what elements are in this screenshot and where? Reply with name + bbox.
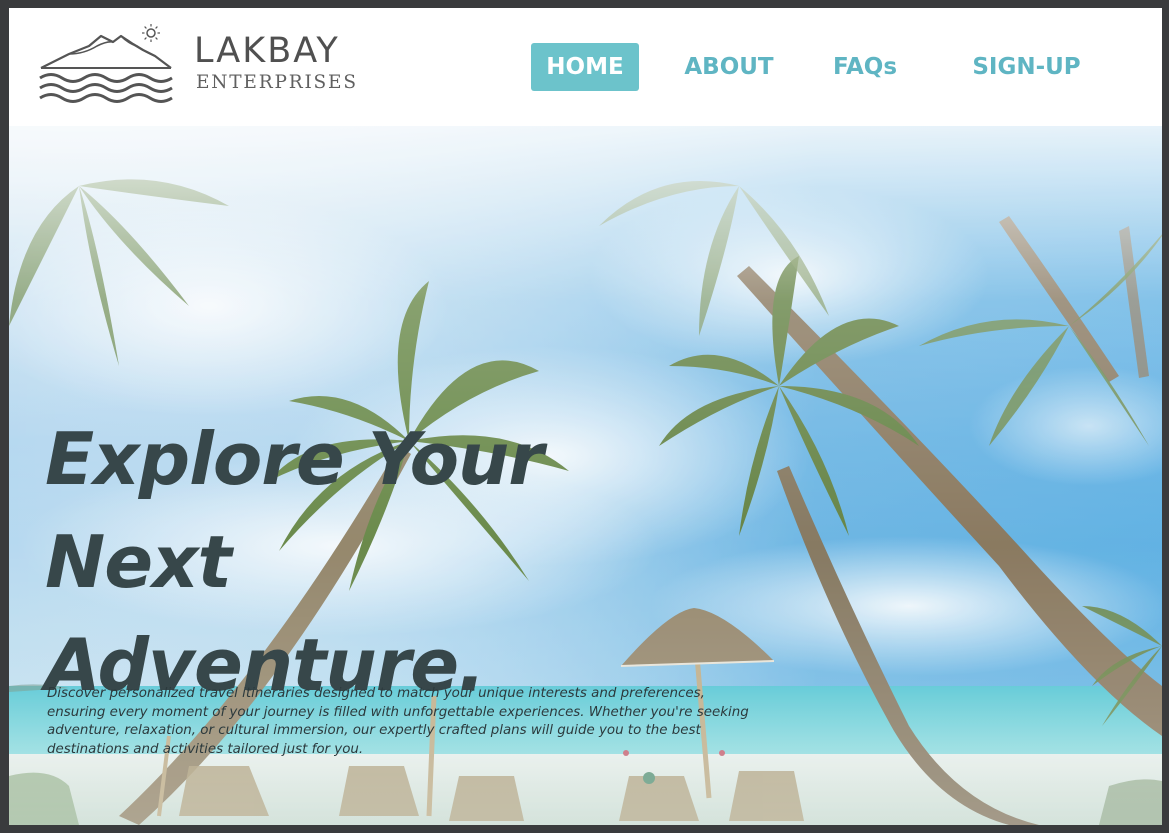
hero-heading-line: Explore Your: [45, 417, 544, 501]
nav-faqs-link[interactable]: FAQs: [824, 43, 906, 91]
site-header: LAKBAY ENTERPRISES HOME ABOUT FAQs SIGN-…: [9, 8, 1162, 126]
nav-signup-link[interactable]: SIGN-UP: [964, 43, 1089, 91]
brand-name: LAKBAY: [194, 31, 340, 71]
page-frame: LAKBAY ENTERPRISES HOME ABOUT FAQs SIGN-…: [9, 8, 1162, 825]
nav-home-link[interactable]: HOME: [531, 43, 639, 91]
hero-heading: Explore Your Next Adventure.: [45, 408, 665, 717]
hero-section: Explore Your Next Adventure. Discover pe…: [9, 126, 1162, 825]
hero-heading-line: Next: [45, 520, 232, 604]
brand-logo[interactable]: LAKBAY ENTERPRISES: [39, 24, 356, 104]
hero-description: Discover personalized travel itineraries…: [47, 686, 749, 757]
brand-tagline: ENTERPRISES: [196, 72, 358, 93]
mountain-waves-sun-logo-icon: [39, 24, 173, 103]
nav-about-link[interactable]: ABOUT: [674, 43, 784, 91]
